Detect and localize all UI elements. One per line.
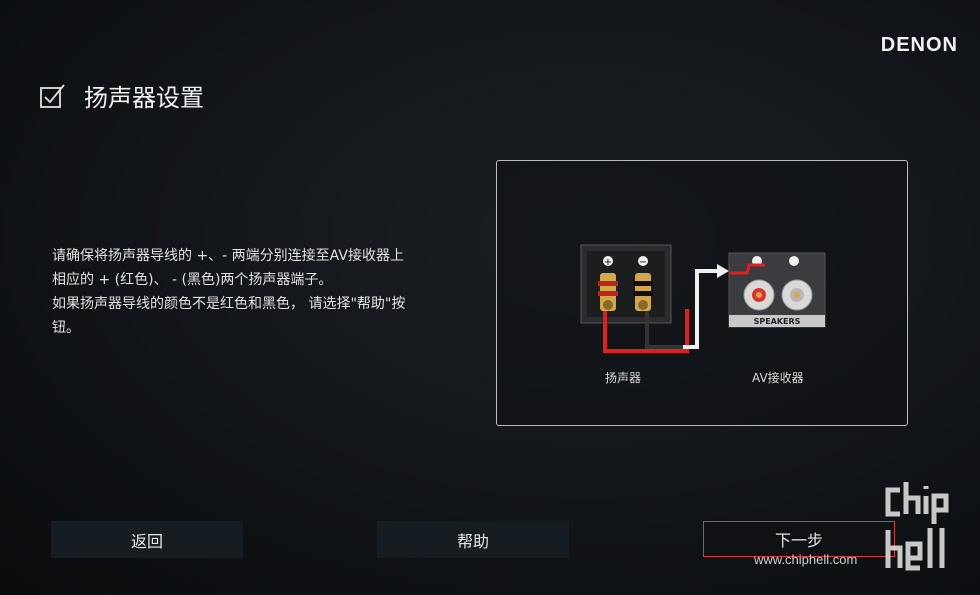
wiring-diagram-panel: + − SPEAKERS 扬声器 AV接收器 bbox=[496, 160, 908, 426]
page-title: 扬声器设置 bbox=[84, 84, 204, 112]
av-receiver-terminal-icon: SPEAKERS bbox=[728, 252, 826, 328]
brand-logo: DENON bbox=[880, 34, 958, 56]
speaker-terminal-icon: + − bbox=[580, 244, 672, 324]
chiphell-watermark-logo bbox=[885, 482, 949, 571]
instruction-text: 请确保将扬声器导线的 +、- 两端分别连接至AV接收器上 相应的 + (红色)、… bbox=[52, 244, 452, 340]
speakers-plate-label: SPEAKERS bbox=[754, 317, 801, 326]
checkbox-checked-icon bbox=[40, 83, 65, 108]
back-button[interactable]: 返回 bbox=[51, 521, 243, 558]
help-button[interactable]: 帮助 bbox=[377, 521, 569, 558]
page-header: 扬声器设置 bbox=[40, 78, 204, 113]
receiver-label: AV接收器 bbox=[752, 371, 804, 385]
minus-sign: − bbox=[639, 257, 647, 268]
instruction-line: 相应的 + (红色)、 - (黑色)两个扬声器端子。 bbox=[52, 272, 333, 288]
wiring-diagram: + − SPEAKERS bbox=[580, 244, 826, 353]
instruction-line: 钮。 bbox=[52, 320, 80, 336]
instruction-line: 请确保将扬声器导线的 +、- 两端分别连接至AV接收器上 bbox=[52, 248, 404, 264]
plus-sign: + bbox=[604, 257, 612, 268]
speaker-label: 扬声器 bbox=[605, 371, 642, 385]
watermark-url: www.chiphell.com bbox=[754, 552, 858, 567]
instruction-line: 如果扬声器导线的颜色不是红色和黑色， 请选择"帮助"按 bbox=[52, 296, 406, 312]
